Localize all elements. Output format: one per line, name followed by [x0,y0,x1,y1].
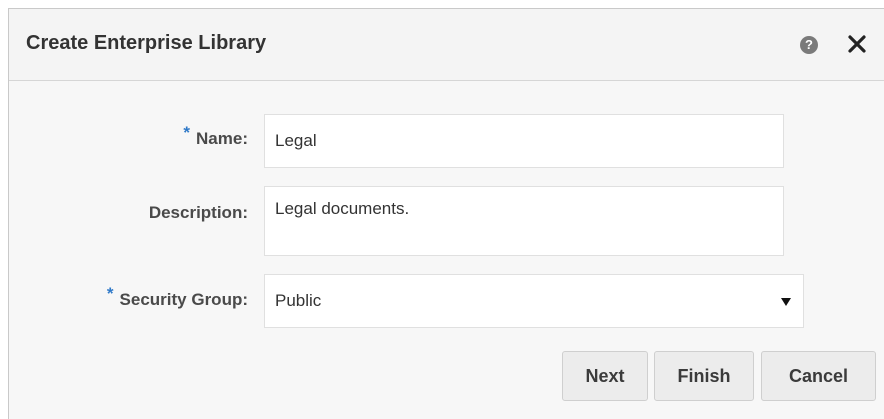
close-icon[interactable] [847,32,867,56]
description-input-value: Legal documents. [275,199,410,218]
security-group-label-text: Security Group: [119,290,248,309]
dropdown-arrow-icon [781,298,791,306]
name-input-value: Legal [275,131,317,150]
cancel-button[interactable]: Cancel [761,351,876,401]
description-textarea[interactable]: Legal documents. [264,186,784,256]
finish-button[interactable]: Finish [654,351,754,401]
name-field-label: * Name: [183,123,248,149]
security-group-selected-value: Public [275,291,322,310]
help-icon[interactable]: ? [800,36,818,54]
security-group-field-label: * Security Group: [107,284,248,310]
create-enterprise-library-dialog: Create Enterprise Library ? * Name: Legal… [8,8,884,419]
dialog-title-bar[interactable]: Create Enterprise Library ? [9,9,884,81]
name-label-text: Name: [196,129,248,148]
description-field-label: Description: [149,203,248,223]
name-required-marker: * [183,123,191,142]
next-button[interactable]: Next [562,351,648,401]
dialog-body: * Name: Legal Description: Legal document… [9,81,884,419]
name-input[interactable]: Legal [264,114,784,168]
dialog-title: Create Enterprise Library [26,32,267,54]
security-group-required-marker: * [106,284,114,303]
security-group-select[interactable]: Public [264,274,804,328]
description-label-text: Description: [148,203,248,222]
